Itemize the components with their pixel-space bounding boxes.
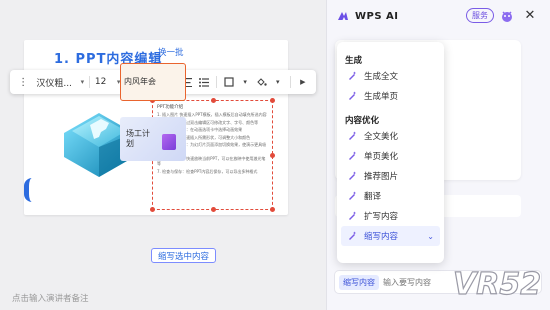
template-thumbnail-text: 内风年会 [124, 77, 156, 86]
menu-item-recommend-images[interactable]: 推荐图片 [337, 166, 444, 186]
menu-item-translate[interactable]: 翻译 [337, 186, 444, 206]
menu-item-condense[interactable]: 缩写内容 ⌄ [341, 226, 440, 246]
more-icon[interactable]: ▶ [296, 73, 310, 91]
chevron-down-icon[interactable]: ▾ [238, 73, 252, 91]
sparkle-pen-icon [349, 171, 356, 180]
menu-item-label: 单页美化 [364, 152, 399, 162]
menu-item-expand[interactable]: 扩写内容 [337, 206, 444, 226]
fill-icon[interactable] [254, 73, 268, 91]
divider [89, 76, 90, 88]
menu-section-title: 生成 [345, 56, 363, 66]
watermark-logo: VR52 [452, 266, 541, 302]
service-button[interactable]: 服务 [466, 8, 494, 23]
list-icon[interactable] [196, 73, 210, 91]
divider [289, 76, 291, 88]
menu-section-title: 内容优化 [345, 116, 380, 126]
menu-item-label: 翻译 [364, 192, 382, 202]
menu-item-beautify-full[interactable]: 全文美化 [337, 126, 444, 146]
menu-item-label: 扩写内容 [364, 212, 399, 222]
font-family-value: 汉仪粗... [36, 78, 72, 89]
menu-item-label: 全文美化 [364, 132, 399, 142]
sparkle-pen-icon [349, 91, 356, 100]
resize-handle[interactable] [150, 207, 155, 212]
paragraph: 7. 检查与保存：检查PPT内容后保存，可以导出多种格式 [157, 168, 258, 174]
drag-handle-icon[interactable]: ⋮ [16, 73, 30, 91]
template-thumbnail-text: 场工计划 [126, 129, 150, 148]
ai-command-menu: 生成 生成全文 生成单页 内容优化 全文美化 单页美化 推荐图片 翻译 扩写内容… [337, 42, 444, 263]
chevron-down-icon[interactable]: ▾ [271, 73, 285, 91]
sparkle-pen-icon [349, 71, 356, 80]
svg-text:VR52: VR52 [453, 267, 541, 302]
rewrite-selected-button[interactable]: 缩写选中内容 [151, 248, 217, 263]
divider [215, 76, 217, 88]
decorative-arc [24, 178, 32, 202]
border-icon[interactable] [222, 73, 236, 91]
menu-item-label: 推荐图片 [364, 172, 399, 182]
sparkle-pen-icon [349, 211, 356, 220]
menu-item-generate-single[interactable]: 生成单页 [337, 86, 444, 106]
wps-ai-logo-icon [338, 12, 348, 20]
resize-handle[interactable] [270, 98, 275, 103]
chevron-down-icon: ▾ [80, 78, 85, 86]
font-size-value: 12 [94, 77, 107, 87]
mascot-icon[interactable] [499, 8, 515, 24]
sparkle-pen-icon [349, 151, 356, 160]
sparkle-pen-icon [349, 191, 356, 200]
menu-item-generate-full[interactable]: 生成全文 [337, 66, 444, 86]
mode-chip[interactable]: 缩写内容 [339, 274, 379, 290]
panel-title: WPS AI [355, 10, 399, 22]
menu-item-label: 缩写内容 [364, 232, 399, 242]
sparkle-pen-icon [349, 131, 356, 140]
speaker-notes-field[interactable]: 点击输入演讲者备注 [12, 292, 89, 304]
close-icon[interactable]: ✕ [522, 7, 538, 23]
menu-item-beautify-single[interactable]: 单页美化 [337, 146, 444, 166]
font-family-select[interactable]: 汉仪粗... ▾ [32, 73, 84, 91]
menu-item-label: 生成全文 [364, 72, 399, 82]
resize-handle[interactable] [211, 207, 216, 212]
menu-item-label: 生成单页 [364, 92, 399, 102]
resize-handle[interactable] [270, 207, 275, 212]
resize-handle[interactable] [270, 153, 275, 158]
resize-handle[interactable] [211, 98, 216, 103]
panel-header: WPS AI [327, 0, 550, 32]
font-size-select[interactable]: 12 ▾ [95, 73, 120, 91]
refresh-batch-link[interactable]: 换一批 [158, 46, 184, 58]
chevron-down-icon[interactable]: ⌄ [427, 232, 434, 241]
cube-graphic [162, 134, 176, 150]
sparkle-pen-icon [349, 231, 356, 240]
